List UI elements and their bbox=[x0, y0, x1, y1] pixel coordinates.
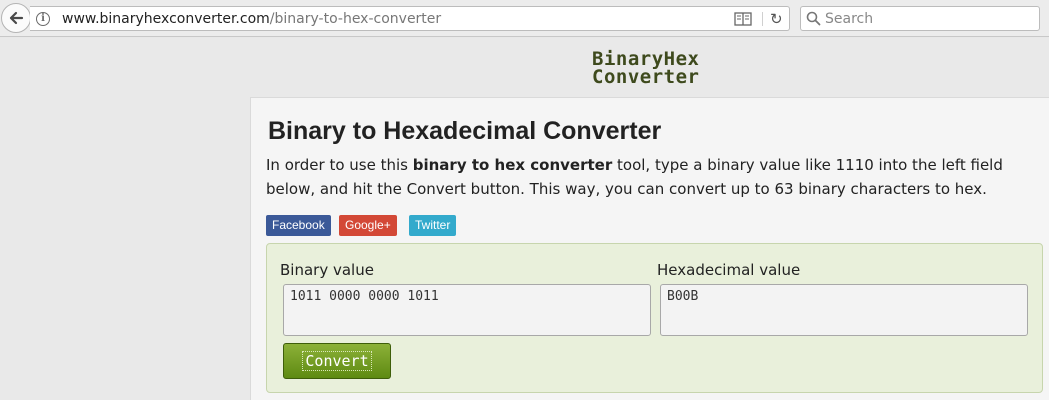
binary-input[interactable]: 1011 0000 0000 1011 bbox=[283, 284, 651, 336]
intro-part-1: In order to use this bbox=[266, 156, 413, 174]
back-arrow-icon bbox=[9, 11, 24, 25]
site-logo[interactable]: BinaryHex Converter bbox=[592, 50, 700, 88]
intro-bold: binary to hex converter bbox=[412, 156, 613, 174]
back-button[interactable] bbox=[1, 3, 31, 33]
url-separator bbox=[762, 12, 763, 26]
converter-panel: Binary value Hexadecimal value 1011 0000… bbox=[266, 243, 1043, 393]
page-body: BinaryHex Converter Binary to Hexadecima… bbox=[0, 38, 1049, 400]
url-bar[interactable]: i www.binaryhexconverter.com/binary-to-h… bbox=[30, 6, 790, 31]
convert-button-label: Convert bbox=[302, 351, 372, 371]
url-path: /binary-to-hex-converter bbox=[269, 11, 442, 27]
logo-line-2: Converter bbox=[592, 66, 700, 88]
facebook-share-button[interactable]: Facebook bbox=[266, 215, 331, 236]
info-icon[interactable]: i bbox=[36, 12, 50, 26]
hex-output[interactable]: B00B bbox=[660, 284, 1028, 336]
reader-view-icon[interactable] bbox=[734, 12, 752, 26]
browser-toolbar: i www.binaryhexconverter.com/binary-to-h… bbox=[0, 0, 1049, 37]
url-text[interactable]: www.binaryhexconverter.com/binary-to-hex… bbox=[62, 11, 441, 27]
search-icon bbox=[806, 11, 821, 26]
intro-text: In order to use this binary to hex conve… bbox=[266, 153, 1026, 201]
convert-button[interactable]: Convert bbox=[283, 343, 391, 379]
reload-icon[interactable]: ↻ bbox=[770, 11, 783, 27]
url-domain: www.binaryhexconverter.com bbox=[62, 11, 270, 27]
search-bar[interactable]: Search bbox=[800, 6, 1040, 31]
binary-value-label: Binary value bbox=[280, 261, 374, 279]
page-title: Binary to Hexadecimal Converter bbox=[268, 117, 662, 145]
twitter-share-button[interactable]: Twitter bbox=[409, 215, 457, 236]
hex-value-label: Hexadecimal value bbox=[657, 261, 801, 279]
search-placeholder: Search bbox=[825, 11, 874, 27]
main-content: Binary to Hexadecimal Converter In order… bbox=[250, 97, 1049, 400]
google-plus-share-button[interactable]: Google+ bbox=[339, 215, 397, 236]
